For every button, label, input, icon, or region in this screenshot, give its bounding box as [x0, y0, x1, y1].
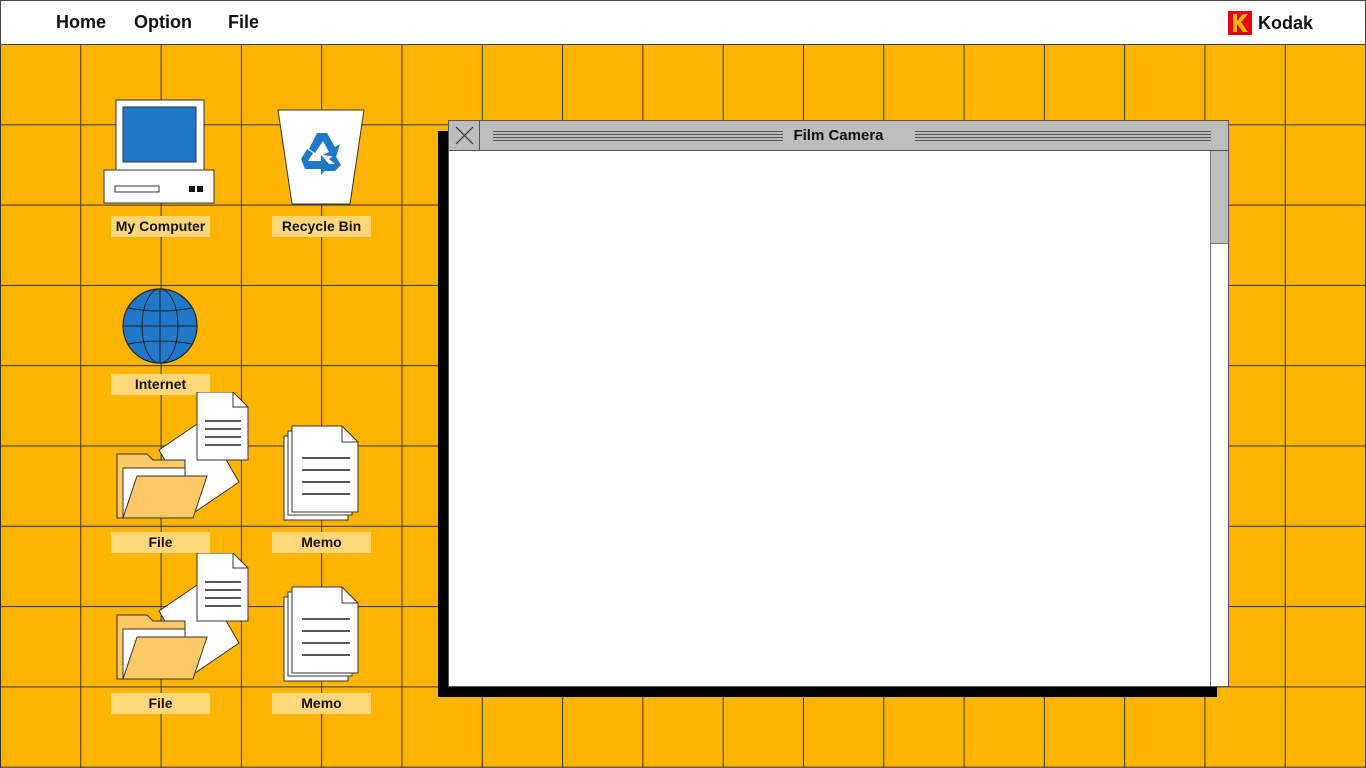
desktop-icon-memo-2[interactable]: Memo [272, 585, 372, 715]
desktop-icon-internet[interactable]: Internet [111, 286, 211, 396]
desktop-icon-label: Memo [272, 532, 371, 553]
memo-icon [283, 586, 359, 682]
window-title: Film Camera [449, 127, 1228, 144]
recycle-bin-icon [277, 109, 365, 205]
desktop-icon-label: My Computer [111, 216, 210, 237]
folder-icon [116, 392, 249, 519]
desktop-icon-label: File [111, 532, 210, 553]
desktop-icon-memo-1[interactable]: Memo [272, 424, 372, 554]
desktop-icon-label: Memo [272, 693, 371, 714]
desktop-icon-file-2[interactable]: File [111, 553, 249, 715]
menu-file[interactable]: File [228, 12, 259, 33]
menu-home[interactable]: Home [56, 12, 106, 33]
brand-name: Kodak [1257, 12, 1313, 33]
kodak-brand[interactable]: Kodak [1227, 11, 1313, 35]
memo-icon [283, 425, 359, 521]
folder-icon [116, 553, 249, 680]
menu-bar: Home Option File Kodak [0, 0, 1366, 45]
desktop-icon-recycle-bin[interactable]: Recycle Bin [272, 98, 372, 238]
desktop-icon-label: File [111, 693, 210, 714]
scrollbar-thumb[interactable] [1211, 151, 1228, 244]
vertical-scrollbar[interactable] [1210, 151, 1228, 686]
film-camera-window[interactable]: Film Camera [448, 120, 1229, 687]
window-titlebar[interactable]: Film Camera [449, 121, 1228, 151]
desktop-icon-label: Recycle Bin [272, 216, 371, 237]
kodak-logo-icon [1227, 11, 1252, 35]
globe-icon [122, 288, 198, 364]
menu-option[interactable]: Option [134, 12, 192, 33]
computer-icon [103, 99, 215, 204]
desktop-icon-my-computer[interactable]: My Computer [103, 98, 215, 238]
desktop-icon-file-1[interactable]: File [111, 392, 249, 554]
